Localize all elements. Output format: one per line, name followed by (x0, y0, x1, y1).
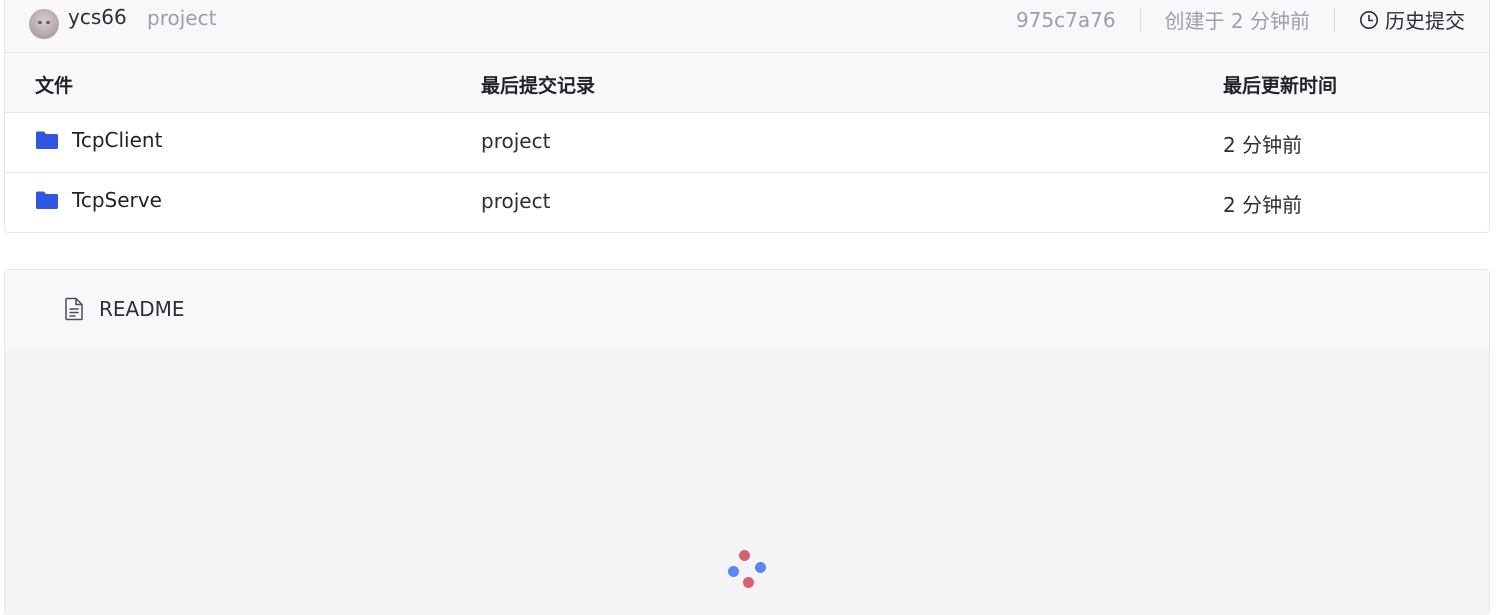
divider (1139, 7, 1141, 32)
column-header-file: 文件 (35, 75, 74, 97)
row-updated-time: 2 分钟前 (1223, 193, 1303, 217)
file-browser-card: ycs66 project 975c7a76 创建于 2 分钟前 历史提交 文件… (4, 0, 1490, 233)
readme-title: README (99, 297, 185, 321)
file-table-header: 文件 最后提交记录 最后更新时间 (5, 53, 1489, 113)
loading-dot (728, 566, 739, 577)
history-commits-label: 历史提交 (1385, 9, 1465, 33)
column-header-updated: 最后更新时间 (1223, 75, 1338, 97)
file-link[interactable]: TcpServe (35, 188, 162, 212)
folder-icon (36, 191, 58, 209)
table-row[interactable]: TcpClient project 2 分钟前 (5, 113, 1489, 173)
commit-meta: 975c7a76 创建于 2 分钟前 历史提交 (1016, 5, 1465, 34)
author-avatar[interactable] (29, 9, 59, 39)
readme-header: README (5, 270, 1489, 348)
commit-message[interactable]: project (147, 6, 216, 30)
loading-dot (755, 562, 766, 573)
history-commits-button[interactable]: 历史提交 (1359, 5, 1465, 34)
loading-dot (743, 577, 754, 588)
readme-card: README (4, 269, 1490, 615)
row-commit-message[interactable]: project (481, 189, 550, 213)
file-name: TcpClient (72, 128, 163, 152)
clock-icon (1360, 10, 1378, 29)
loading-dot (739, 550, 750, 561)
commit-author[interactable]: ycs66 (68, 5, 127, 29)
table-row[interactable]: TcpServe project 2 分钟前 (5, 173, 1489, 232)
document-icon (65, 297, 83, 321)
row-commit-message[interactable]: project (481, 129, 550, 153)
file-name: TcpServe (72, 188, 162, 212)
commit-sha[interactable]: 975c7a76 (1016, 8, 1116, 32)
file-link[interactable]: TcpClient (35, 128, 162, 152)
latest-commit-bar: ycs66 project 975c7a76 创建于 2 分钟前 历史提交 (5, 0, 1489, 53)
readme-content (5, 348, 1489, 615)
folder-icon (36, 131, 58, 149)
divider (1334, 7, 1335, 32)
row-updated-time: 2 分钟前 (1223, 133, 1303, 157)
column-header-last-commit: 最后提交记录 (481, 75, 596, 97)
commit-created-time: 创建于 2 分钟前 (1164, 9, 1310, 33)
